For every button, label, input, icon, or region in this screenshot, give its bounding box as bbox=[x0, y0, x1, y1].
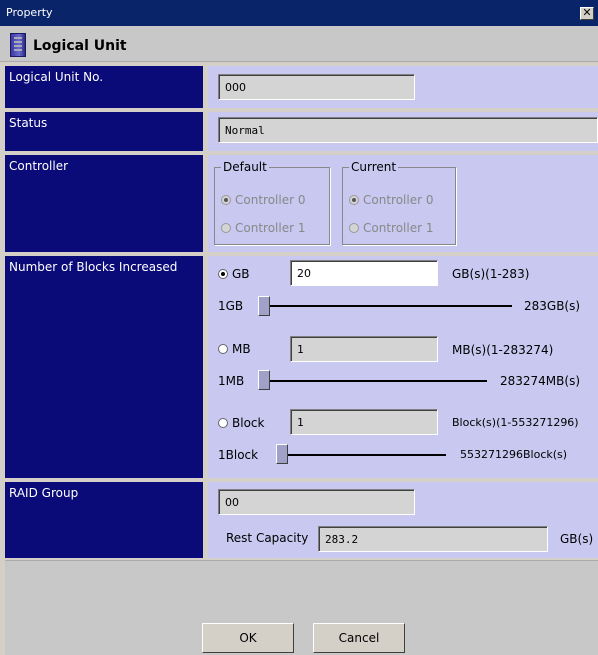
raid-group-label: RAID Group bbox=[5, 482, 203, 558]
logical-unit-no-value-area: 000 bbox=[208, 66, 598, 108]
block-slider-track[interactable] bbox=[280, 454, 446, 456]
raid-group-value-area: 00 Rest Capacity 283.2 GB(s) bbox=[208, 482, 598, 558]
block-slider-thumb[interactable] bbox=[276, 444, 288, 464]
gb-slider-thumb[interactable] bbox=[258, 296, 270, 316]
cancel-button[interactable]: Cancel bbox=[313, 623, 405, 653]
controller-label: Controller bbox=[5, 155, 203, 252]
block-input[interactable]: 1 bbox=[290, 409, 438, 435]
radio-unchecked-icon bbox=[221, 223, 231, 233]
dialog-header: Logical Unit bbox=[0, 26, 598, 62]
mb-input[interactable]: 1 bbox=[290, 336, 438, 362]
default-controller-group: Default Controller 0 Controller 1 bbox=[214, 160, 330, 245]
rest-capacity-label: Rest Capacity bbox=[226, 531, 309, 545]
logical-unit-no-label: Logical Unit No. bbox=[5, 66, 203, 108]
button-bar: OK Cancel bbox=[5, 560, 598, 655]
gb-input[interactable]: 20 bbox=[290, 260, 438, 286]
gb-range-label: GB(s)(1-283) bbox=[452, 267, 530, 281]
radio-unchecked-icon bbox=[218, 418, 228, 428]
header-title: Logical Unit bbox=[33, 38, 127, 54]
default-controller-0-radio: Controller 0 bbox=[221, 193, 305, 207]
window-title: Property bbox=[6, 6, 53, 19]
title-bar: Property ✕ bbox=[0, 0, 598, 26]
mb-slider-max-label: 283274MB(s) bbox=[500, 374, 581, 388]
gb-slider-track[interactable] bbox=[262, 305, 512, 307]
gb-slider-max-label: 283GB(s) bbox=[524, 299, 581, 313]
current-legend: Current bbox=[349, 160, 399, 174]
current-controller-1-radio: Controller 1 bbox=[349, 221, 433, 235]
rest-capacity-field: 283.2 bbox=[318, 526, 548, 552]
raid-group-row: RAID Group 00 Rest Capacity 283.2 GB(s) bbox=[5, 482, 598, 558]
gb-slider-min-label: 1GB bbox=[218, 299, 244, 313]
mb-radio[interactable]: MB bbox=[218, 342, 251, 356]
blocks-label: Number of Blocks Increased bbox=[5, 256, 203, 478]
blocks-row: Number of Blocks Increased GB 20 GB(s)(1… bbox=[5, 256, 598, 478]
status-row: Status Normal bbox=[5, 112, 598, 151]
current-controller-group: Current Controller 0 Controller 1 bbox=[342, 160, 456, 245]
radio-unchecked-icon bbox=[218, 344, 228, 354]
logical-unit-no-field: 000 bbox=[218, 74, 415, 100]
logical-unit-no-row: Logical Unit No. 000 bbox=[5, 66, 598, 108]
current-controller-0-radio: Controller 0 bbox=[349, 193, 433, 207]
rest-capacity-unit: GB(s) bbox=[560, 532, 594, 546]
mb-slider-track[interactable] bbox=[262, 380, 487, 382]
ok-button[interactable]: OK bbox=[202, 623, 294, 653]
controller-row: Controller Default Controller 0 Controll… bbox=[5, 155, 598, 252]
default-legend: Default bbox=[221, 160, 269, 174]
radio-checked-icon bbox=[218, 269, 228, 279]
controller-value-area: Default Controller 0 Controller 1 Curren… bbox=[208, 155, 598, 252]
status-field: Normal bbox=[218, 117, 598, 143]
status-value-area: Normal bbox=[208, 112, 598, 151]
close-icon[interactable]: ✕ bbox=[580, 7, 594, 20]
radio-checked-icon bbox=[349, 195, 359, 205]
status-label: Status bbox=[5, 112, 203, 151]
block-slider-min-label: 1Block bbox=[218, 448, 259, 462]
radio-checked-icon bbox=[221, 195, 231, 205]
default-controller-1-radio: Controller 1 bbox=[221, 221, 305, 235]
block-range-label: Block(s)(1-553271296) bbox=[452, 416, 579, 429]
mb-slider-min-label: 1MB bbox=[218, 374, 245, 388]
mb-range-label: MB(s)(1-283274) bbox=[452, 343, 554, 357]
blocks-value-area: GB 20 GB(s)(1-283) 1GB 283GB(s) MB 1 MB(… bbox=[208, 256, 598, 478]
gb-radio[interactable]: GB bbox=[218, 267, 250, 281]
mb-slider-thumb[interactable] bbox=[258, 370, 270, 390]
logical-unit-icon bbox=[10, 33, 26, 57]
block-slider-max-label: 553271296Block(s) bbox=[460, 448, 568, 461]
radio-unchecked-icon bbox=[349, 223, 359, 233]
block-radio[interactable]: Block bbox=[218, 416, 264, 430]
raid-group-field: 00 bbox=[218, 489, 415, 515]
